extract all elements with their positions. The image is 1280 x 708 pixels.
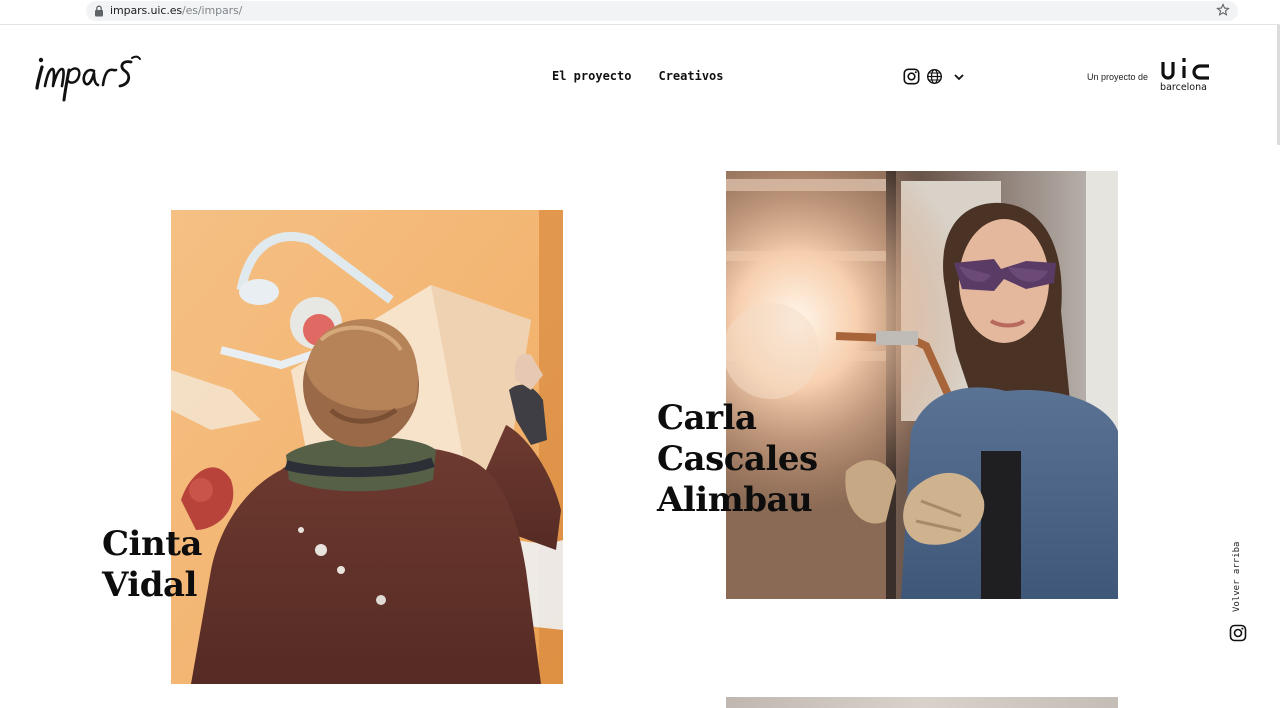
lock-icon <box>95 5 103 17</box>
partner-credit: Un proyecto de barcelona <box>1087 56 1216 96</box>
nav-el-proyecto[interactable]: El proyecto <box>552 69 631 83</box>
card-name-line: Cinta <box>102 524 202 564</box>
bookmark-star-icon[interactable] <box>1216 3 1230 17</box>
url-domain: impars.uic.es <box>110 4 183 17</box>
card-name-line: Cascales <box>657 439 818 479</box>
uic-barcelona-logo[interactable]: barcelona <box>1160 56 1216 96</box>
back-to-top-link[interactable]: Volver arriba <box>1232 542 1242 612</box>
url-text: impars.uic.es/es/impars/ <box>110 4 242 17</box>
chevron-down-icon[interactable] <box>953 71 965 83</box>
card-photo-cinta-vidal[interactable] <box>171 210 563 684</box>
glassblower-photo <box>726 171 1118 599</box>
nav-creativos[interactable]: Creativos <box>658 69 723 83</box>
main-nav: El proyecto Creativos <box>552 69 724 83</box>
credit-label: Un proyecto de <box>1087 72 1149 82</box>
instagram-icon[interactable] <box>903 68 920 85</box>
header-icons <box>903 68 965 85</box>
instagram-icon[interactable] <box>1229 624 1247 642</box>
address-bar[interactable]: impars.uic.es/es/impars/ <box>86 1 1238 21</box>
card-name-line: Vidal <box>102 565 197 605</box>
impars-logo[interactable] <box>34 50 142 102</box>
url-path: /es/impars/ <box>182 4 243 17</box>
card-photo-carla-cascales-alimbau[interactable] <box>726 171 1118 599</box>
card-name-cinta-vidal[interactable]: Cinta Vidal <box>102 524 202 606</box>
uic-logo-mark <box>1161 58 1210 80</box>
card-name-line: Alimbau <box>657 480 813 520</box>
card-name-line: Carla <box>657 398 757 438</box>
card-name-carla-cascales-alimbau[interactable]: Carla Cascales Alimbau <box>657 398 818 521</box>
impars-logo-mark <box>35 55 141 102</box>
painter-photo <box>171 210 563 684</box>
card-photo-next[interactable] <box>726 697 1118 708</box>
uic-logo-sub: barcelona <box>1160 82 1207 93</box>
globe-icon[interactable] <box>926 68 943 85</box>
browser-toolbar: impars.uic.es/es/impars/ <box>0 0 1280 25</box>
